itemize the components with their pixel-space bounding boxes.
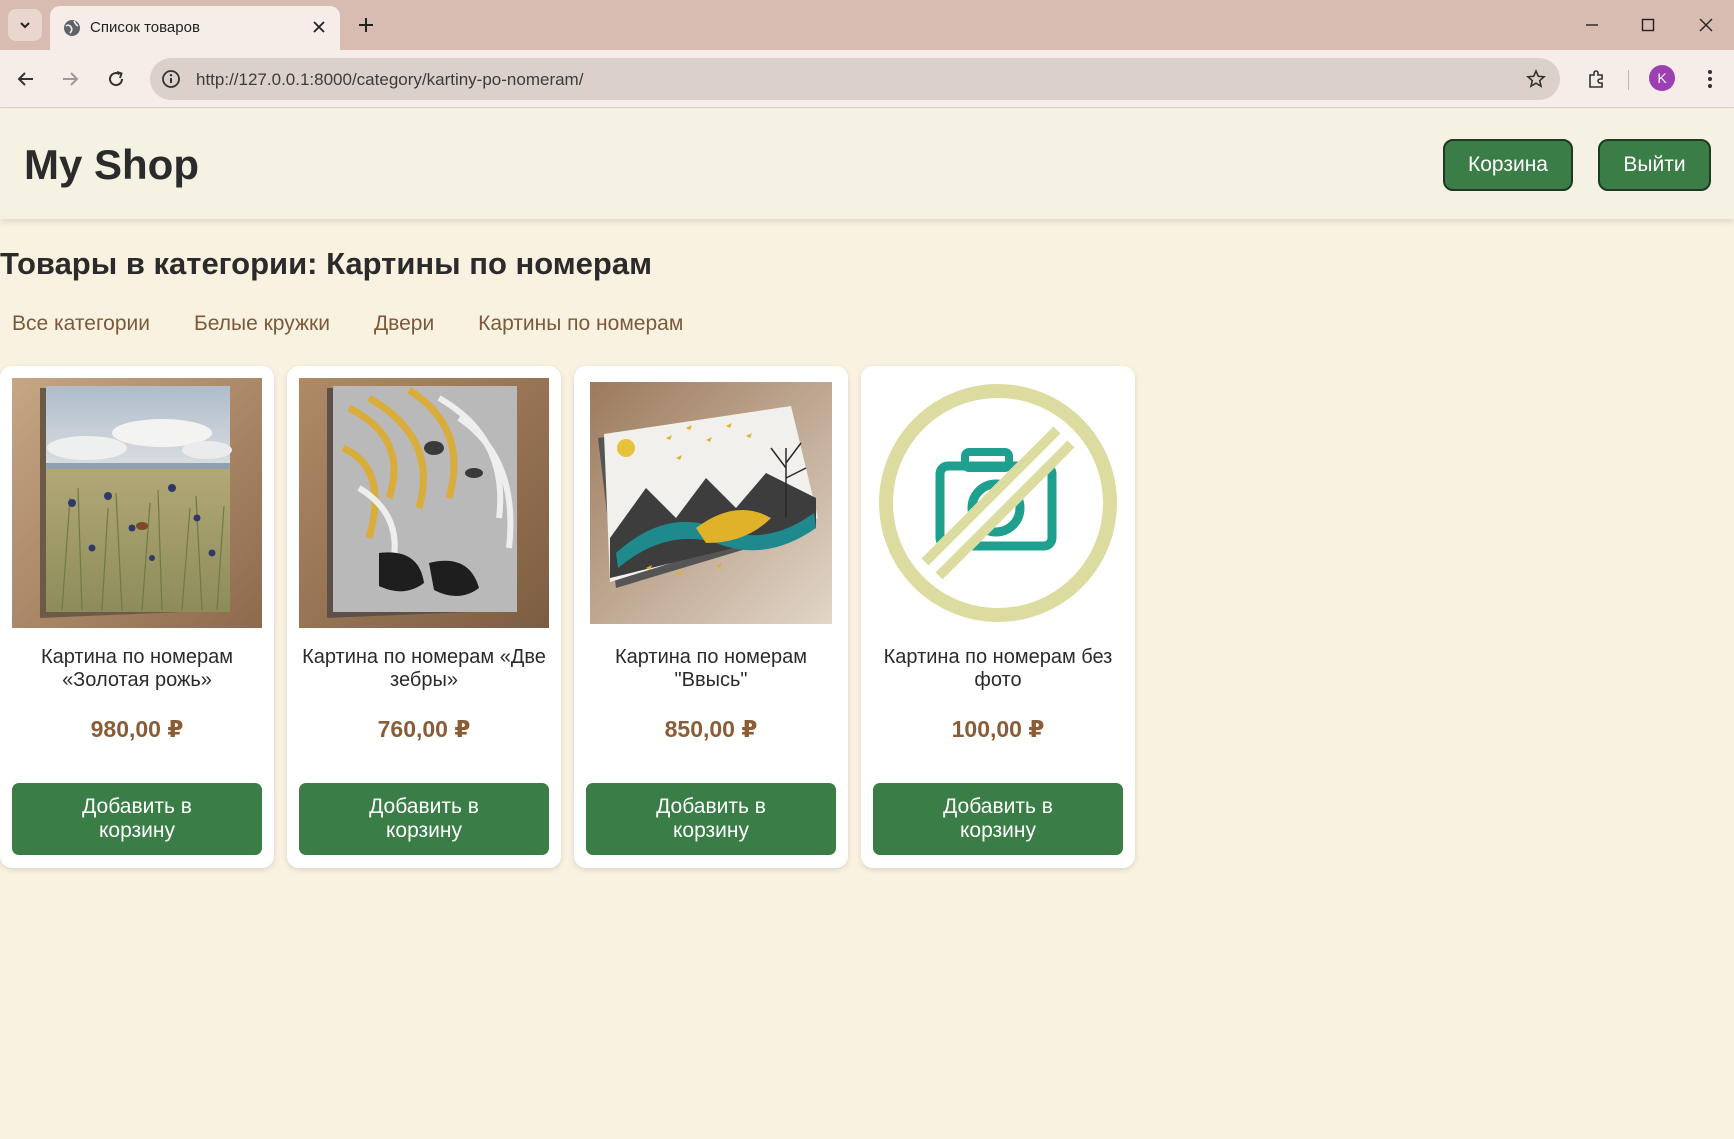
product-card: Картина по номерам «Золотая рожь» 980,00… xyxy=(0,366,274,868)
product-price: 850,00 ₽ xyxy=(664,716,758,742)
close-window-icon[interactable] xyxy=(1686,10,1726,40)
toolbar-divider xyxy=(1628,70,1629,90)
product-name[interactable]: Картина по номерам «Золотая рожь» xyxy=(10,646,264,692)
product-image-upward[interactable] xyxy=(586,378,836,628)
product-price: 760,00 ₽ xyxy=(377,716,471,742)
minimize-icon[interactable] xyxy=(1572,10,1612,40)
category-nav: Все категории Белые кружки Двери Картины… xyxy=(12,312,683,336)
add-to-cart-button[interactable]: Добавить в корзину xyxy=(299,783,549,855)
category-link-all[interactable]: Все категории xyxy=(12,312,150,336)
product-name[interactable]: Картина по номерам "Ввысь" xyxy=(584,646,838,692)
product-card: Картина по номерам «Две зебры» 760,00 ₽ … xyxy=(287,366,561,868)
category-link-doors[interactable]: Двери xyxy=(374,312,434,336)
cart-button[interactable]: Корзина xyxy=(1443,139,1573,191)
add-to-cart-button[interactable]: Добавить в корзину xyxy=(12,783,262,855)
product-price: 100,00 ₽ xyxy=(951,716,1045,742)
back-arrow-icon[interactable] xyxy=(10,63,42,95)
product-image-golden-rye[interactable] xyxy=(12,378,262,628)
logout-button[interactable]: Выйти xyxy=(1598,139,1711,191)
address-bar[interactable]: http://127.0.0.1:8000/category/kartiny-p… xyxy=(150,58,1560,100)
site-info-icon[interactable] xyxy=(160,68,182,90)
add-to-cart-button[interactable]: Добавить в корзину xyxy=(873,783,1123,855)
product-grid: Картина по номерам «Золотая рожь» 980,00… xyxy=(0,366,1135,868)
browser-toolbar: http://127.0.0.1:8000/category/kartiny-p… xyxy=(0,50,1734,108)
extensions-puzzle-icon[interactable] xyxy=(1580,63,1612,95)
browser-tab-active[interactable]: Список товаров xyxy=(50,6,340,50)
tab-title: Список товаров xyxy=(90,19,200,36)
browser-tab-strip: Список товаров xyxy=(0,0,1734,50)
bookmark-star-icon[interactable] xyxy=(1524,67,1548,91)
globe-icon xyxy=(62,18,82,38)
site-header: My Shop Корзина Выйти xyxy=(0,109,1734,219)
add-to-cart-button[interactable]: Добавить в корзину xyxy=(586,783,836,855)
tab-search-button[interactable] xyxy=(8,9,42,41)
product-card: Картина по номерам "Ввысь" 850,00 ₽ Доба… xyxy=(574,366,848,868)
url-text[interactable]: http://127.0.0.1:8000/category/kartiny-p… xyxy=(196,70,583,90)
category-link-paintings[interactable]: Картины по номерам xyxy=(478,312,683,336)
product-name[interactable]: Картина по номерам «Две зебры» xyxy=(297,646,551,692)
more-menu-icon[interactable] xyxy=(1694,63,1726,95)
category-link-white-mugs[interactable]: Белые кружки xyxy=(194,312,330,336)
maximize-icon[interactable] xyxy=(1628,10,1668,40)
chevron-down-icon xyxy=(20,22,30,29)
new-tab-plus-icon[interactable] xyxy=(352,11,380,39)
page-title: Товары в категории: Картины по номерам xyxy=(0,246,653,281)
forward-arrow-icon[interactable] xyxy=(54,63,86,95)
product-image-two-zebras[interactable] xyxy=(299,378,549,628)
close-tab-icon[interactable] xyxy=(308,16,330,38)
product-card: Картина по номерам без фото 100,00 ₽ Доб… xyxy=(861,366,1135,868)
product-price: 980,00 ₽ xyxy=(90,716,184,742)
product-name[interactable]: Картина по номерам без фото xyxy=(871,646,1125,692)
reload-icon[interactable] xyxy=(100,63,132,95)
no-photo-icon[interactable] xyxy=(873,378,1123,628)
site-logo[interactable]: My Shop xyxy=(24,141,199,189)
profile-avatar[interactable]: K xyxy=(1649,65,1675,91)
